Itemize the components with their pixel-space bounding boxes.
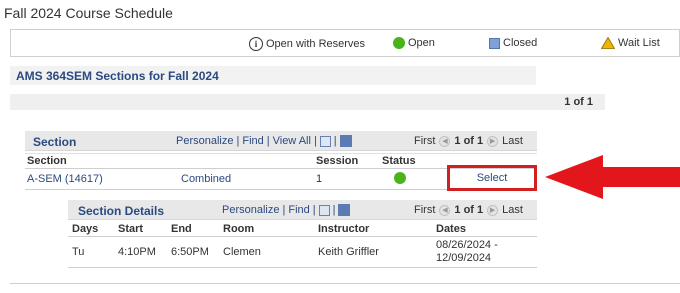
- legend-waitlist-label: Wait List: [618, 37, 660, 49]
- last-link[interactable]: Last: [502, 204, 523, 216]
- legend-closed-label: Closed: [503, 37, 538, 49]
- last-link[interactable]: Last: [502, 135, 523, 147]
- legend-open-label: Open: [408, 37, 435, 49]
- download-spreadsheet-icon[interactable]: [339, 135, 352, 147]
- first-link[interactable]: First: [414, 204, 435, 216]
- section-grid-nav: First ◀ 1 of 1 ▶ Last: [414, 135, 523, 147]
- zoom-grid-icon[interactable]: [319, 135, 331, 147]
- col-instructor: Instructor: [318, 223, 370, 235]
- legend-open: Open: [393, 37, 435, 49]
- previous-icon[interactable]: ◀: [439, 204, 451, 216]
- download-spreadsheet-icon[interactable]: [338, 204, 351, 216]
- personalize-link[interactable]: Personalize: [222, 204, 279, 216]
- legend-closed: Closed: [489, 37, 537, 49]
- legend-reserves: i Open with Reserves: [249, 37, 365, 51]
- red-arrow-annotation: [545, 155, 680, 199]
- row-range: 1 of 1: [454, 135, 484, 147]
- open-status-icon: [393, 37, 405, 49]
- meeting-start: 4:10PM: [118, 246, 156, 258]
- col-status: Status: [382, 155, 416, 167]
- divider: [10, 283, 680, 284]
- col-dates: Dates: [436, 223, 466, 235]
- meeting-room: Clemen: [223, 246, 261, 258]
- section-link[interactable]: A-SEM (14617): [27, 173, 103, 185]
- col-start: Start: [118, 223, 144, 235]
- closed-status-icon: [489, 37, 500, 49]
- col-days: Days: [72, 223, 99, 235]
- meeting-days: Tu: [72, 246, 85, 258]
- find-link[interactable]: Find: [242, 135, 263, 147]
- next-icon[interactable]: ▶: [487, 135, 499, 147]
- meeting-end: 6:50PM: [171, 246, 209, 258]
- page-indicator: 1 of 1: [564, 96, 593, 108]
- legend-waitlist: Wait List: [601, 37, 660, 49]
- section-grid-title: Section: [33, 135, 77, 149]
- col-session: Session: [316, 155, 359, 167]
- meeting-dates-end: 12/09/2024: [436, 252, 492, 264]
- course-sections-heading: AMS 364SEM Sections for Fall 2024: [10, 66, 536, 85]
- legend-reserves-label: Open with Reserves: [266, 38, 366, 50]
- next-icon[interactable]: ▶: [487, 204, 499, 216]
- select-button-highlight: Select: [447, 165, 537, 191]
- details-grid-nav: First ◀ 1 of 1 ▶ Last: [414, 204, 523, 216]
- col-section: Section: [27, 155, 67, 167]
- meeting-instructor: Keith Griffler: [318, 246, 379, 258]
- col-end: End: [171, 223, 192, 235]
- col-room: Room: [223, 223, 255, 235]
- details-grid-tools: Personalize | Find | |: [222, 204, 351, 216]
- details-grid-title: Section Details: [78, 204, 165, 218]
- open-status-icon: [394, 172, 406, 184]
- section-session: 1: [316, 173, 323, 185]
- page-title: Fall 2024 Course Schedule: [4, 5, 173, 21]
- info-icon: i: [249, 37, 263, 51]
- previous-icon[interactable]: ◀: [439, 135, 451, 147]
- meeting-dates-start: 08/26/2024 -: [436, 239, 498, 251]
- find-link[interactable]: Find: [288, 204, 309, 216]
- row-range: 1 of 1: [454, 204, 484, 216]
- results-pager: 1 of 1: [10, 94, 605, 110]
- personalize-link[interactable]: Personalize: [176, 135, 233, 147]
- warning-triangle-icon: [601, 37, 615, 49]
- zoom-grid-icon[interactable]: [318, 204, 330, 216]
- view-all-link[interactable]: View All: [273, 135, 311, 147]
- section-component: Combined: [181, 173, 232, 185]
- availability-legend: i Open with Reserves Open Closed Wait Li…: [10, 29, 680, 57]
- select-button[interactable]: Select: [477, 172, 508, 184]
- section-grid-tools: Personalize | Find | View All | |: [176, 135, 352, 147]
- first-link[interactable]: First: [414, 135, 435, 147]
